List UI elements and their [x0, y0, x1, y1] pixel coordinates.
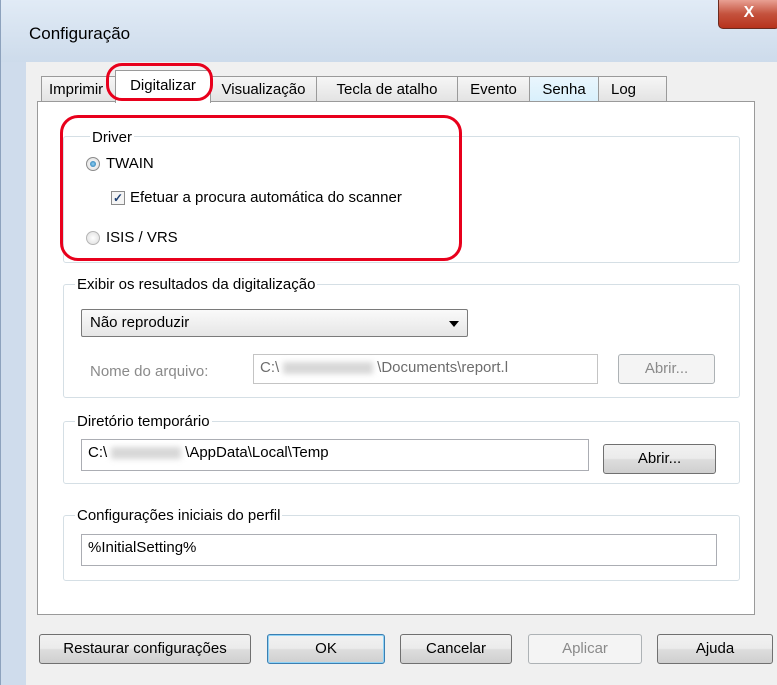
- profile-value: %InitialSetting%: [88, 539, 197, 556]
- tab-tecla-de-atalho[interactable]: Tecla de atalho: [316, 76, 458, 101]
- tab-label: Log: [611, 81, 637, 98]
- close-button[interactable]: X: [718, 0, 777, 29]
- twain-label[interactable]: TWAIN: [106, 155, 154, 173]
- help-label: Ajuda: [695, 640, 735, 657]
- tab-label: Senha: [542, 81, 586, 98]
- ok-button[interactable]: OK: [267, 634, 385, 664]
- tab-log[interactable]: Log: [598, 76, 667, 101]
- chevron-down-icon: [449, 321, 459, 327]
- isis-label[interactable]: ISIS / VRS: [106, 229, 178, 247]
- temp-dir-prefix: C:\: [88, 444, 108, 461]
- driver-group-label: Driver: [90, 129, 134, 147]
- tab-digitalizar[interactable]: Digitalizar: [115, 70, 211, 103]
- window-title: Configuração: [29, 24, 131, 43]
- filename-browse-button[interactable]: Abrir...: [618, 354, 715, 384]
- temp-dir-group-label: Diretório temporário: [75, 413, 212, 431]
- results-group-label: Exibir os resultados da digitalização: [75, 276, 318, 294]
- browse-label: Abrir...: [637, 450, 682, 467]
- close-icon: X: [743, 4, 755, 21]
- filename-field[interactable]: C:\ \Documents\report.l: [253, 354, 598, 384]
- restore-label: Restaurar configurações: [63, 640, 227, 657]
- auto-search-label[interactable]: Efetuar a procura automática do scanner: [130, 189, 402, 207]
- tab-label: Tecla de atalho: [336, 81, 438, 98]
- redacted-username: [283, 362, 374, 375]
- auto-search-checkbox[interactable]: ✓: [111, 191, 125, 205]
- tab-label: Visualização: [221, 81, 306, 98]
- results-select-value: Não reproduzir: [90, 314, 190, 331]
- filename-prefix: C:\: [260, 359, 280, 376]
- tab-visualizacao[interactable]: Visualização: [210, 76, 317, 101]
- results-select[interactable]: Não reproduzir: [81, 309, 468, 337]
- tab-imprimir[interactable]: Imprimir: [41, 76, 121, 101]
- tab-label: Digitalizar: [130, 77, 196, 94]
- filename-label: Nome do arquivo:: [90, 363, 209, 380]
- filename-suffix: \Documents\report.l: [377, 359, 509, 376]
- temp-dir-field[interactable]: C:\ \AppData\Local\Temp: [81, 439, 589, 471]
- cancel-button[interactable]: Cancelar: [400, 634, 512, 664]
- profile-field[interactable]: %InitialSetting%: [81, 534, 717, 566]
- restore-settings-button[interactable]: Restaurar configurações: [39, 634, 251, 664]
- title-bar: Configuração: [1, 0, 777, 62]
- browse-label: Abrir...: [644, 360, 689, 377]
- tab-label: Evento: [470, 81, 517, 98]
- apply-label: Aplicar: [562, 640, 608, 657]
- temp-dir-browse-button[interactable]: Abrir...: [603, 444, 716, 474]
- tab-panel-digitalizar: Driver TWAIN ✓ Efetuar a procura automát…: [37, 101, 755, 615]
- apply-button[interactable]: Aplicar: [528, 634, 642, 664]
- tab-bar: Imprimir Digitalizar Visualização Tecla …: [25, 70, 777, 103]
- cancel-label: Cancelar: [425, 640, 487, 657]
- help-button[interactable]: Ajuda: [657, 634, 773, 664]
- tab-senha[interactable]: Senha: [529, 76, 599, 101]
- redacted-username: [111, 447, 182, 460]
- tab-label: Imprimir: [49, 81, 104, 98]
- isis-radio[interactable]: [86, 231, 100, 245]
- temp-dir-suffix: \AppData\Local\Temp: [185, 444, 329, 461]
- ok-label: OK: [315, 640, 337, 657]
- tab-evento[interactable]: Evento: [457, 76, 530, 101]
- twain-radio[interactable]: [86, 157, 100, 171]
- profile-group-label: Configurações iniciais do perfil: [75, 507, 283, 525]
